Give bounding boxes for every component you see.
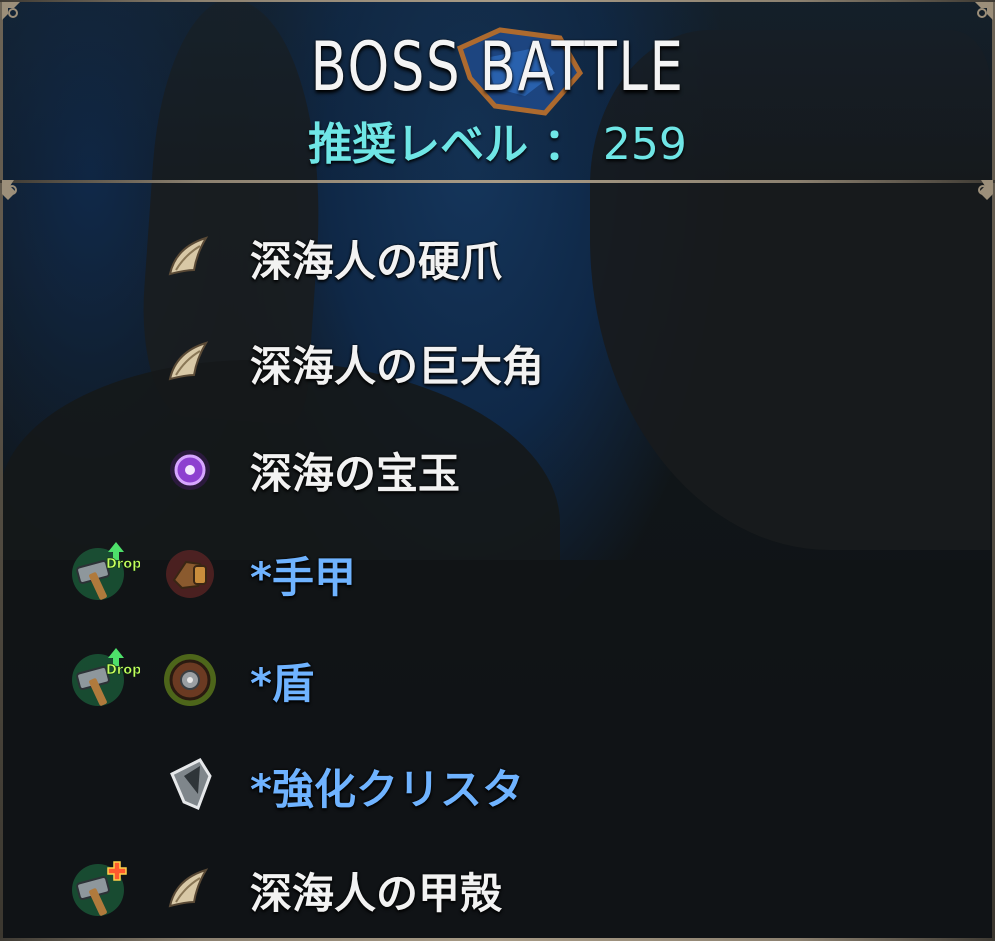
list-item[interactable]: 深海人の硬爪 xyxy=(0,220,995,290)
corner-ornament-icon xyxy=(961,0,995,34)
corner-ornament-icon xyxy=(961,170,995,204)
recommended-level: 推奨レベル ： 259 xyxy=(0,108,995,172)
list-item[interactable]: Drop *盾 xyxy=(0,642,995,712)
shield-icon xyxy=(160,648,220,708)
drop-up-hammer-icon: Drop xyxy=(70,538,140,604)
drop-badge-text: Drop xyxy=(106,557,140,572)
frame-top xyxy=(0,0,995,2)
list-item[interactable]: Drop *手甲 xyxy=(0,536,995,606)
drop-badge-text: Drop xyxy=(106,663,140,678)
item-label: *盾 xyxy=(250,659,314,708)
purple-orb-icon xyxy=(160,438,220,498)
gauntlet-icon xyxy=(160,542,220,602)
drop-up-hammer-icon: Drop xyxy=(70,644,140,710)
list-item[interactable]: 深海の宝玉 xyxy=(0,432,995,502)
item-label: *手甲 xyxy=(250,553,356,602)
corner-ornament-icon xyxy=(0,0,34,34)
item-label: 深海人の甲殻 xyxy=(250,869,503,918)
plus-hammer-icon xyxy=(70,854,140,920)
frame-divider xyxy=(0,180,995,183)
list-item[interactable]: 深海人の巨大角 xyxy=(0,325,995,395)
claw-icon xyxy=(160,858,220,918)
item-label: *強化クリスタ xyxy=(250,765,524,814)
list-item[interactable]: 深海人の甲殻 xyxy=(0,852,995,922)
level-label: 推奨レベル ： xyxy=(308,119,588,170)
claw-icon xyxy=(160,331,220,391)
item-label: 深海人の硬爪 xyxy=(250,237,503,286)
claw-icon xyxy=(160,226,220,286)
level-value: 259 xyxy=(602,119,687,170)
page-title: BOSS BATTLE xyxy=(310,28,685,107)
item-label: 深海人の巨大角 xyxy=(250,342,545,391)
corner-ornament-icon xyxy=(0,170,34,204)
item-label: 深海の宝玉 xyxy=(250,449,461,498)
crystal-icon xyxy=(160,754,220,814)
list-item[interactable]: *強化クリスタ xyxy=(0,748,995,818)
